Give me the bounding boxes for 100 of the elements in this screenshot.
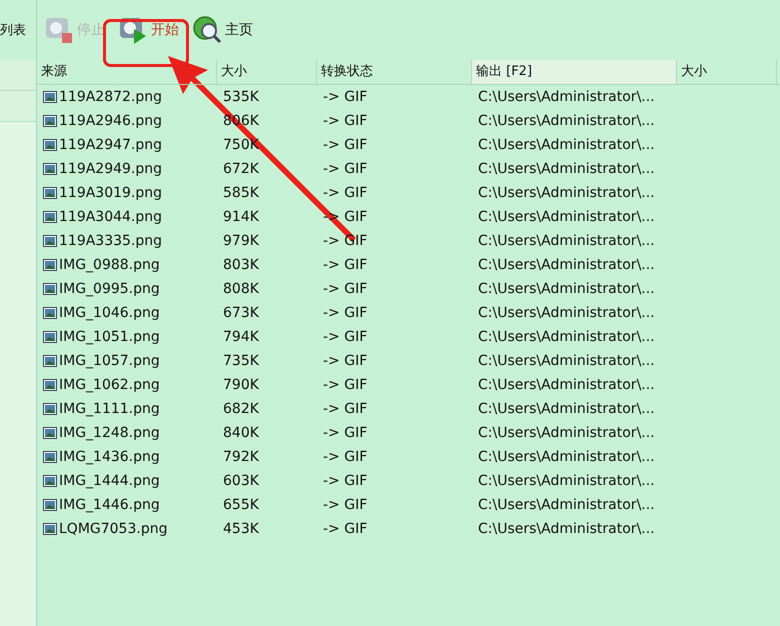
- table-cell: 794K: [223, 329, 259, 345]
- image-file-icon: [43, 115, 57, 127]
- column-header[interactable]: 大小: [677, 60, 777, 84]
- table-cell: C:\Users\Administrator\...: [478, 233, 655, 249]
- home-button[interactable]: 主页: [187, 10, 257, 50]
- file-name: 119A3044.png: [59, 209, 162, 225]
- table-cell: -> GIF: [323, 329, 368, 345]
- file-name: IMG_0988.png: [59, 257, 160, 273]
- table-cell: 840K: [223, 425, 259, 441]
- table-cell: 682K: [223, 401, 259, 417]
- image-file-icon: [43, 451, 57, 463]
- file-name: IMG_1111.png: [59, 401, 160, 417]
- table-cell: -> GIF: [323, 497, 368, 513]
- image-file-icon: [43, 187, 57, 199]
- table-cell: -> GIF: [323, 377, 368, 393]
- image-file-icon: [43, 283, 57, 295]
- table-cell: C:\Users\Administrator\...: [478, 377, 655, 393]
- image-file-icon: [43, 403, 57, 415]
- image-file-icon: [43, 307, 57, 319]
- table-cell: C:\Users\Administrator\...: [478, 209, 655, 225]
- file-name: IMG_1446.png: [59, 497, 160, 513]
- table-cell: C:\Users\Administrator\...: [478, 89, 655, 105]
- image-file-icon: [43, 91, 57, 103]
- table-cell: C:\Users\Administrator\...: [478, 449, 655, 465]
- image-file-icon: [43, 139, 57, 151]
- file-name: IMG_1248.png: [59, 425, 160, 441]
- table-cell: 655K: [223, 497, 259, 513]
- table-cell: 914K: [223, 209, 259, 225]
- file-name: IMG_1046.png: [59, 305, 160, 321]
- table-cell: C:\Users\Administrator\...: [478, 425, 655, 441]
- file-name: IMG_1051.png: [59, 329, 160, 345]
- table-cell: -> GIF: [323, 161, 368, 177]
- image-file-icon: [43, 331, 57, 343]
- table-cell: -> GIF: [323, 233, 368, 249]
- image-file-icon: [43, 523, 57, 535]
- table-cell: C:\Users\Administrator\...: [478, 185, 655, 201]
- table-cell: 535K: [223, 89, 259, 105]
- file-name: 119A2946.png: [59, 113, 162, 129]
- image-file-icon: [43, 211, 57, 223]
- start-button[interactable]: 开始: [113, 10, 183, 50]
- image-file-icon: [43, 427, 57, 439]
- image-file-icon: [43, 355, 57, 367]
- table-cell: C:\Users\Administrator\...: [478, 329, 655, 345]
- image-file-icon: [43, 235, 57, 247]
- table-cell: C:\Users\Administrator\...: [478, 353, 655, 369]
- file-name: IMG_1057.png: [59, 353, 160, 369]
- table-cell: C:\Users\Administrator\...: [478, 305, 655, 321]
- table-cell: -> GIF: [323, 185, 368, 201]
- table-cell: 979K: [223, 233, 259, 249]
- table-cell: 735K: [223, 353, 259, 369]
- table-cell: -> GIF: [323, 257, 368, 273]
- table-cell: -> GIF: [323, 425, 368, 441]
- image-file-icon: [43, 259, 57, 271]
- table-cell: C:\Users\Administrator\...: [478, 281, 655, 297]
- image-file-icon: [43, 379, 57, 391]
- table-cell: -> GIF: [323, 89, 368, 105]
- table-cell: C:\Users\Administrator\...: [478, 113, 655, 129]
- table-cell: -> GIF: [323, 521, 368, 537]
- table-cell: C:\Users\Administrator\...: [478, 473, 655, 489]
- image-file-icon: [43, 475, 57, 487]
- table-cell: -> GIF: [323, 353, 368, 369]
- sidebar-item[interactable]: [0, 91, 36, 122]
- table-cell: -> GIF: [323, 401, 368, 417]
- table-cell: -> GIF: [323, 137, 368, 153]
- file-name: 119A2872.png: [59, 89, 162, 105]
- table-cell: -> GIF: [323, 449, 368, 465]
- file-name: 119A2949.png: [59, 161, 162, 177]
- table-cell: 792K: [223, 449, 259, 465]
- file-name: LQMG7053.png: [59, 521, 168, 537]
- table-cell: 453K: [223, 521, 259, 537]
- image-file-icon: [43, 499, 57, 511]
- table-cell: C:\Users\Administrator\...: [478, 521, 655, 537]
- table-cell: C:\Users\Administrator\...: [478, 401, 655, 417]
- file-name: 119A3019.png: [59, 185, 162, 201]
- file-name: IMG_1444.png: [59, 473, 160, 489]
- table-cell: -> GIF: [323, 305, 368, 321]
- table-cell: 790K: [223, 377, 259, 393]
- table-cell: C:\Users\Administrator\...: [478, 257, 655, 273]
- file-name: 119A2947.png: [59, 137, 162, 153]
- image-file-icon: [43, 163, 57, 175]
- table-cell: 803K: [223, 257, 259, 273]
- table-cell: -> GIF: [323, 281, 368, 297]
- table-cell: 672K: [223, 161, 259, 177]
- table-cell: C:\Users\Administrator\...: [478, 497, 655, 513]
- table-cell: -> GIF: [323, 113, 368, 129]
- table-cell: C:\Users\Administrator\...: [478, 161, 655, 177]
- globe-magnifier-icon: [191, 14, 223, 46]
- column-header[interactable]: 大小: [217, 60, 317, 84]
- sidebar-item[interactable]: [0, 60, 36, 91]
- file-name: IMG_1436.png: [59, 449, 160, 465]
- table-cell: 585K: [223, 185, 259, 201]
- column-header[interactable]: 输出 [F2]: [472, 60, 677, 84]
- file-name: IMG_0995.png: [59, 281, 160, 297]
- table-cell: -> GIF: [323, 473, 368, 489]
- table-cell: 808K: [223, 281, 259, 297]
- file-name: 119A3335.png: [59, 233, 162, 249]
- table-cell: 673K: [223, 305, 259, 321]
- file-name: IMG_1062.png: [59, 377, 160, 393]
- table-cell: C:\Users\Administrator\...: [478, 137, 655, 153]
- table-cell: 603K: [223, 473, 259, 489]
